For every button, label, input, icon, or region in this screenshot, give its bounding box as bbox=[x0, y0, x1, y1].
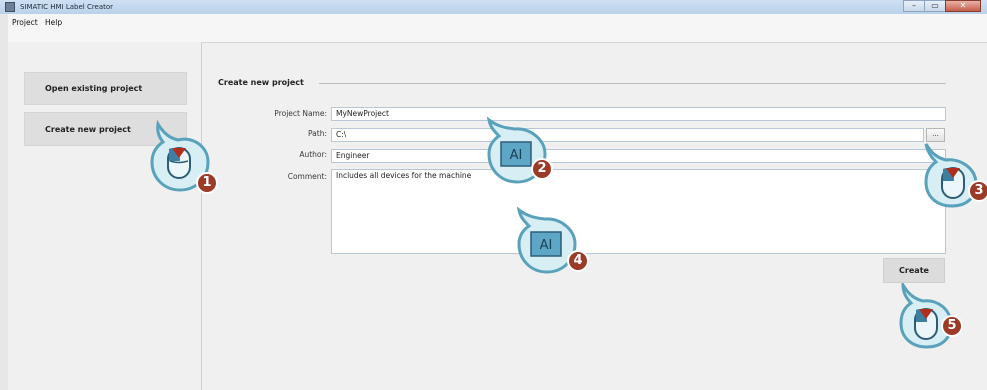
callout-badge-3: 3 bbox=[968, 180, 987, 202]
menu-project[interactable]: Project bbox=[12, 18, 38, 27]
project-name-input[interactable]: MyNewProject bbox=[331, 107, 946, 121]
open-existing-project-button[interactable]: Open existing project bbox=[24, 72, 187, 105]
sidebar: Open existing project Create new project bbox=[8, 42, 202, 390]
project-name-label: Project Name: bbox=[274, 109, 327, 118]
svg-text:AI: AI bbox=[540, 238, 553, 253]
text-input-icon: AI bbox=[530, 231, 562, 257]
window-left-edge bbox=[0, 14, 8, 390]
mouse-click-icon bbox=[941, 167, 965, 199]
callout-badge-4: 4 bbox=[567, 250, 589, 272]
mouse-click-icon bbox=[167, 147, 191, 179]
comment-label: Comment: bbox=[287, 172, 327, 181]
minimize-button[interactable]: – bbox=[903, 0, 925, 12]
create-button[interactable]: Create bbox=[883, 258, 945, 283]
app-icon bbox=[5, 2, 15, 12]
section-title: Create new project bbox=[218, 78, 304, 87]
path-input[interactable]: C:\ bbox=[331, 128, 924, 142]
maximize-button[interactable]: ▭ bbox=[924, 0, 946, 12]
author-input[interactable]: Engineer bbox=[331, 149, 946, 163]
callout-badge-2: 2 bbox=[531, 158, 553, 180]
menu-bar: Project Help bbox=[8, 14, 987, 43]
text-input-icon: AI bbox=[500, 141, 532, 167]
author-label: Author: bbox=[299, 150, 327, 159]
section-divider bbox=[319, 83, 946, 84]
mouse-click-icon bbox=[914, 308, 938, 340]
menu-help[interactable]: Help bbox=[45, 18, 62, 27]
window-title: SIMATIC HMI Label Creator bbox=[20, 3, 114, 11]
comment-textarea[interactable]: Includes all devices for the machine bbox=[331, 169, 946, 254]
create-project-form: Create new project Project Name: MyNewPr… bbox=[202, 42, 987, 390]
window-controls: – ▭ ✕ bbox=[903, 0, 981, 13]
path-label: Path: bbox=[307, 129, 327, 138]
callout-badge-1: 1 bbox=[196, 172, 218, 194]
close-button[interactable]: ✕ bbox=[945, 0, 981, 12]
svg-text:AI: AI bbox=[510, 148, 523, 163]
title-bar: SIMATIC HMI Label Creator – ▭ ✕ bbox=[0, 0, 987, 15]
callout-badge-5: 5 bbox=[941, 315, 963, 337]
